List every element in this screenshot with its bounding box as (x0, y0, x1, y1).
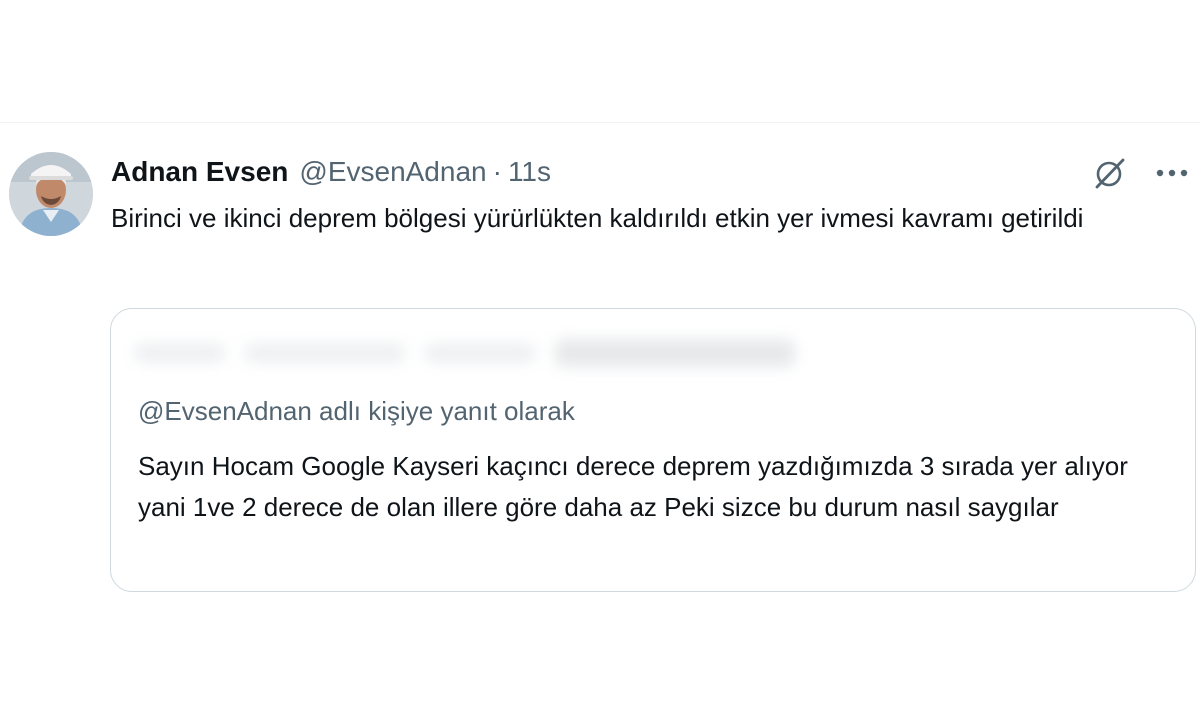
quoted-tweet-text: Sayın Hocam Google Kayseri kaçıncı derec… (138, 451, 1128, 522)
tweet[interactable]: Adnan Evsen @EvsenAdnan · 11s Birinci ve… (0, 123, 1200, 705)
grok-icon[interactable] (1090, 153, 1130, 193)
author-handle[interactable]: @EvsenAdnan (299, 156, 486, 188)
tweet-timestamp[interactable]: 11s (508, 156, 551, 188)
tweet-text: Birinci ve ikinci deprem bölgesi yürürlü… (111, 203, 1084, 233)
author-name[interactable]: Adnan Evsen (111, 156, 288, 188)
quoted-tweet-card[interactable]: @EvsenAdnan adlı kişiye yanıt olarak Say… (110, 308, 1196, 592)
blurred-quote-header (135, 325, 815, 385)
avatar[interactable] (9, 152, 93, 236)
tweet-actions (1090, 153, 1192, 193)
avatar-photo (9, 152, 93, 236)
more-options-icon[interactable] (1152, 153, 1192, 193)
reply-to-label[interactable]: @EvsenAdnan adlı kişiye yanıt olarak (138, 396, 575, 427)
separator-dot: · (492, 156, 502, 187)
tweet-header: Adnan Evsen @EvsenAdnan · 11s (111, 155, 551, 189)
